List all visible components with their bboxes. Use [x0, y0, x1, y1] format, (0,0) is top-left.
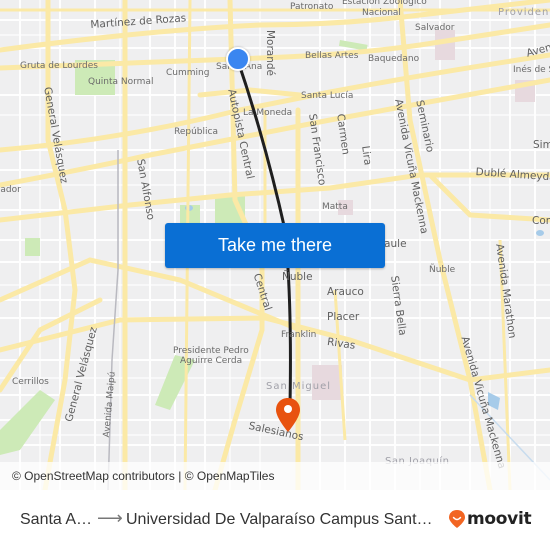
map-label: Franklin: [281, 330, 317, 340]
origin-name: Santa A…: [20, 511, 93, 528]
map-label: Quinta Normal: [88, 77, 154, 87]
map-label: Ecuador: [0, 185, 21, 195]
map-label: Bellas Artes: [305, 51, 359, 61]
street-label: Condell: [532, 215, 550, 227]
map-pin-icon: [276, 398, 300, 432]
map-label: Presidente Pedro: [173, 346, 249, 356]
district-label: San Miguel: [266, 381, 332, 392]
map-label: República: [174, 127, 218, 137]
map-attribution: © OpenStreetMap contributors | © OpenMap…: [0, 462, 550, 490]
map-label: Gruta de Lourdes: [20, 61, 98, 71]
map-label: Salvador: [415, 23, 455, 33]
take-me-there-button[interactable]: Take me there: [165, 223, 385, 268]
map-label: Cumming: [166, 68, 210, 78]
moovit-logo[interactable]: moovit: [449, 508, 532, 530]
route-footer: Santa A… ⟶ Universidad De Valparaíso Cam…: [0, 490, 550, 550]
attribution-text[interactable]: © OpenStreetMap contributors | © OpenMap…: [12, 469, 274, 483]
street-label: Placer: [327, 311, 360, 323]
map-label: Aguirre Cerda: [180, 356, 243, 366]
street-label: Lira: [359, 145, 374, 167]
origin-marker[interactable]: [226, 47, 250, 71]
map-label: Matta: [322, 202, 348, 212]
map-label: Patronato: [290, 2, 334, 12]
map-label: Nacional: [362, 8, 401, 18]
map-view[interactable]: Patronato Estación Zoológico Nacional Pr…: [0, 0, 550, 490]
map-label: Baquedano: [368, 54, 420, 64]
map-label: Santa Lucía: [301, 91, 354, 101]
map-label: La Moneda: [243, 108, 293, 118]
map-label: Cerrillos: [12, 377, 49, 387]
street-label: Simón Bolívar: [533, 139, 550, 151]
street-label: Arauco: [327, 286, 364, 298]
street-label: Morandé: [264, 30, 276, 77]
moovit-pin-icon: [449, 510, 465, 528]
map-label: Estación Zoológico: [342, 0, 427, 7]
destination-name: Universidad De Valparaíso Campus Sant…: [126, 511, 433, 528]
map-label: Inés de Suárez: [513, 65, 550, 75]
district-label: Providencia: [498, 7, 550, 18]
map-label: Ñuble: [429, 265, 456, 275]
arrow-right-icon: ⟶: [97, 508, 123, 528]
brand-name: moovit: [467, 509, 532, 529]
street-label: Ñuble: [282, 271, 313, 283]
